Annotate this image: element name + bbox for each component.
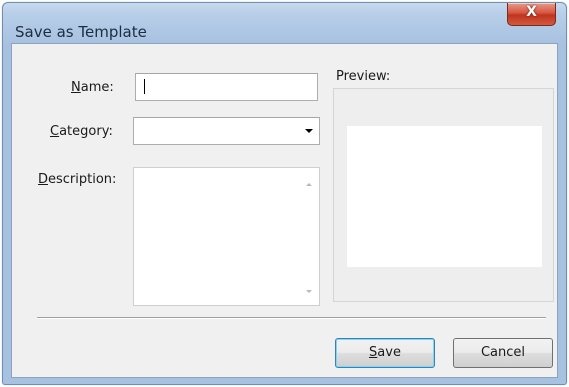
description-label-text: Description: (38, 172, 117, 187)
title-bar[interactable]: Save as Template X (3, 3, 566, 43)
category-label-text: Category: (50, 124, 113, 139)
preview-label: Preview: (336, 69, 391, 84)
chevron-down-icon[interactable] (305, 129, 313, 133)
dialog-body: Name: Category: Description: Preview: Sa… (11, 43, 558, 378)
name-label-text: Name: (71, 80, 114, 95)
close-button[interactable]: X (507, 3, 556, 26)
category-dropdown[interactable] (133, 117, 320, 145)
category-label: Category: (50, 124, 113, 139)
dialog-title: Save as Template (15, 23, 147, 41)
name-label: Name: (71, 80, 114, 95)
cancel-button[interactable]: Cancel (453, 338, 553, 368)
close-icon: X (526, 4, 537, 20)
text-caret (144, 79, 145, 94)
scroll-down-arrow-icon[interactable] (306, 290, 312, 293)
preview-panel (333, 88, 554, 302)
description-label: Description: (38, 172, 116, 187)
scroll-up-arrow-icon[interactable] (306, 183, 312, 186)
save-as-template-dialog: Save as Template X Name: Category: Descr… (2, 2, 567, 385)
name-input[interactable] (135, 73, 318, 101)
separator (37, 317, 546, 319)
preview-canvas (347, 126, 542, 267)
description-textarea[interactable] (133, 167, 320, 306)
save-button[interactable]: Save (335, 338, 435, 368)
